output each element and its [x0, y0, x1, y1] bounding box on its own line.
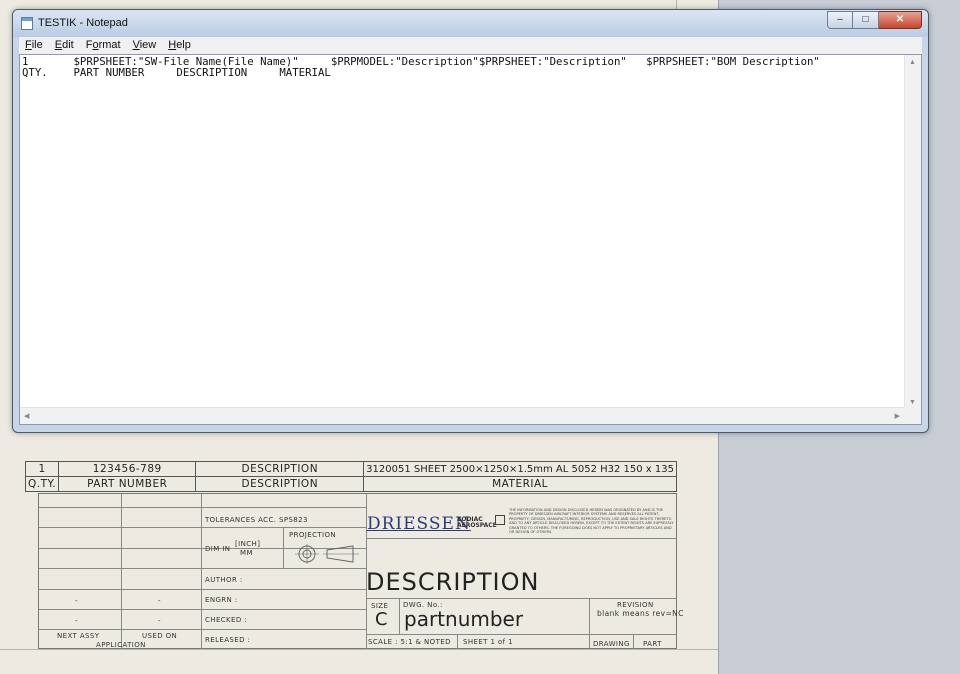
editor-line-2: QTY. PART NUMBER DESCRIPTION MATERIAL [22, 66, 331, 79]
revision-note: blank means rev=NC [597, 609, 684, 618]
menu-file[interactable]: File [19, 37, 49, 54]
scale-label: SCALE : 5:1 & NOTED [368, 638, 451, 646]
projection-label: PROJECTION [289, 531, 337, 539]
bom-header-qty: Q.TY. [24, 476, 60, 492]
sheet-bottom-border [0, 649, 718, 650]
drawing-part-number: partnumber [404, 607, 524, 631]
menu-help[interactable]: Help [162, 37, 197, 54]
scroll-down-icon[interactable]: ▼ [909, 399, 916, 406]
bom-description: DESCRIPTION [195, 461, 365, 477]
close-button[interactable]: ✕ [879, 11, 922, 29]
vertical-scrollbar[interactable]: ▲ ▼ [904, 55, 921, 410]
bom-header-material: MATERIAL [363, 476, 677, 492]
menu-edit[interactable]: Edit [49, 37, 80, 54]
scroll-right-icon[interactable]: ▶ [895, 412, 900, 420]
window-title: TESTIK - Notepad [38, 17, 128, 29]
proprietary-notice: THE INFORMATION AND DESIGN DISCLOSED HER… [509, 508, 674, 535]
part-label: PART [643, 640, 662, 648]
horizontal-scrollbar[interactable]: ◀ ▶ [20, 407, 904, 424]
title-block: TOLERANCES ACC. SPS823 PROJECTION DIM IN… [38, 493, 683, 649]
menu-view[interactable]: View [127, 37, 163, 54]
resize-grip-icon[interactable] [904, 407, 921, 424]
notepad-icon[interactable] [21, 17, 33, 30]
released-label: RELEASED : [205, 636, 251, 644]
bom-part-number: 123456-789 [58, 461, 197, 477]
menu-bar: File Edit Format View Help [19, 37, 922, 54]
application-label: APPLICATION [96, 641, 146, 649]
bom-table: 1 123456-789 DESCRIPTION 3120051 SHEET 2… [24, 461, 677, 492]
mm-label: MM [240, 549, 253, 557]
bom-header-part-number: PART NUMBER [58, 476, 197, 492]
title-bar[interactable]: TESTIK - Notepad – □ ✕ [13, 10, 928, 37]
sheet-label: SHEET 1 of 1 [463, 638, 513, 646]
dash-cell: - [158, 617, 161, 625]
menu-format[interactable]: Format [80, 37, 127, 54]
text-editor[interactable]: 1 $PRPSHEET:"SW-File Name(File Name)" $P… [19, 54, 922, 425]
projection-symbol-icon [295, 544, 359, 564]
dash-cell: - [75, 597, 78, 605]
window-controls: – □ ✕ [827, 11, 922, 29]
used-on-label: USED ON [142, 632, 178, 640]
bom-material: 3120051 SHEET 2500×1250×1.5mm AL 5052 H3… [363, 461, 677, 477]
bom-header-description: DESCRIPTION [195, 476, 365, 492]
drawing-description: DESCRIPTION [366, 568, 540, 596]
zodiac-logo: ZODIAC AEROSPACE [457, 516, 497, 529]
next-assy-label: NEXT ASSY [57, 632, 100, 640]
drawing-label: DRAWING [593, 640, 630, 648]
minimize-button[interactable]: – [827, 11, 853, 29]
bom-row: 1 123456-789 DESCRIPTION 3120051 SHEET 2… [24, 461, 677, 477]
dash-cell: - [158, 597, 161, 605]
bom-qty: 1 [24, 461, 60, 477]
revision-label: REVISION [617, 601, 654, 609]
bom-header-row: Q.TY. PART NUMBER DESCRIPTION MATERIAL [24, 476, 677, 492]
zodiac-mark-icon [495, 515, 505, 525]
tolerances-label: TOLERANCES ACC. SPS823 [205, 516, 308, 524]
inch-label: [INCH] [235, 540, 261, 548]
maximize-button[interactable]: □ [853, 11, 879, 29]
checked-label: CHECKED : [205, 616, 248, 624]
author-label: AUTHOR : [205, 576, 243, 584]
engrn-label: ENGRN : [205, 596, 238, 604]
driessen-logo: DRIESSEN [367, 514, 471, 534]
size-value: C [375, 609, 388, 630]
notepad-window[interactable]: TESTIK - Notepad – □ ✕ File Edit Format … [12, 9, 929, 433]
dim-in-label: DIM IN [205, 545, 231, 553]
scroll-up-icon[interactable]: ▲ [909, 59, 916, 66]
scroll-left-icon[interactable]: ◀ [24, 412, 29, 420]
dash-cell: - [75, 617, 78, 625]
